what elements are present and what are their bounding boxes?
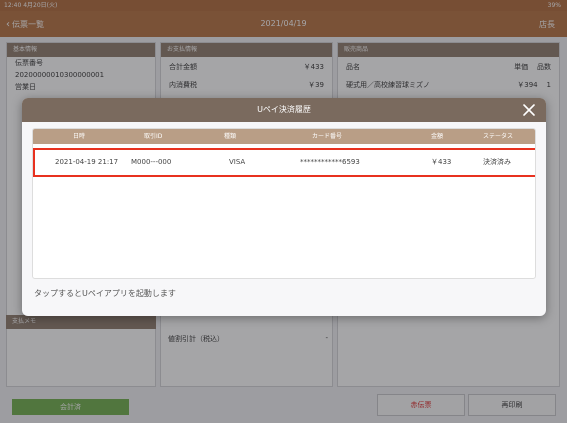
column-header-date: 日時 [73, 133, 86, 140]
modal-title: Uペイ決済履歴 [22, 98, 546, 122]
cell-card: ************6593 [300, 158, 360, 166]
cell-id: M000---000 [131, 158, 172, 166]
hint-text: タップするとUペイアプリを起動します [34, 289, 176, 298]
cell-amount: ￥433 [431, 158, 452, 166]
close-button[interactable] [522, 103, 536, 117]
upay-history-modal: Uペイ決済履歴 日時 取引ID 種類 カード番号 金額 ステータス 2021-0… [22, 98, 546, 316]
cell-status: 決済済み [483, 158, 511, 166]
column-header-status: ステータス [483, 133, 514, 140]
table-row[interactable]: 2021-04-19 21:17 M000---000 VISA *******… [33, 148, 535, 177]
column-header-card: カード番号 [312, 133, 343, 140]
column-header-brand: 種類 [224, 133, 237, 140]
history-table: 日時 取引ID 種類 カード番号 金額 ステータス 2021-04-19 21:… [32, 128, 536, 279]
cell-date: 2021-04-19 21:17 [55, 158, 119, 166]
table-header: 日時 取引ID 種類 カード番号 金額 ステータス [33, 129, 535, 144]
column-header-amount: 金額 [431, 133, 444, 140]
close-icon [523, 104, 535, 116]
column-header-id: 取引ID [144, 133, 163, 140]
cell-brand: VISA [229, 158, 246, 166]
